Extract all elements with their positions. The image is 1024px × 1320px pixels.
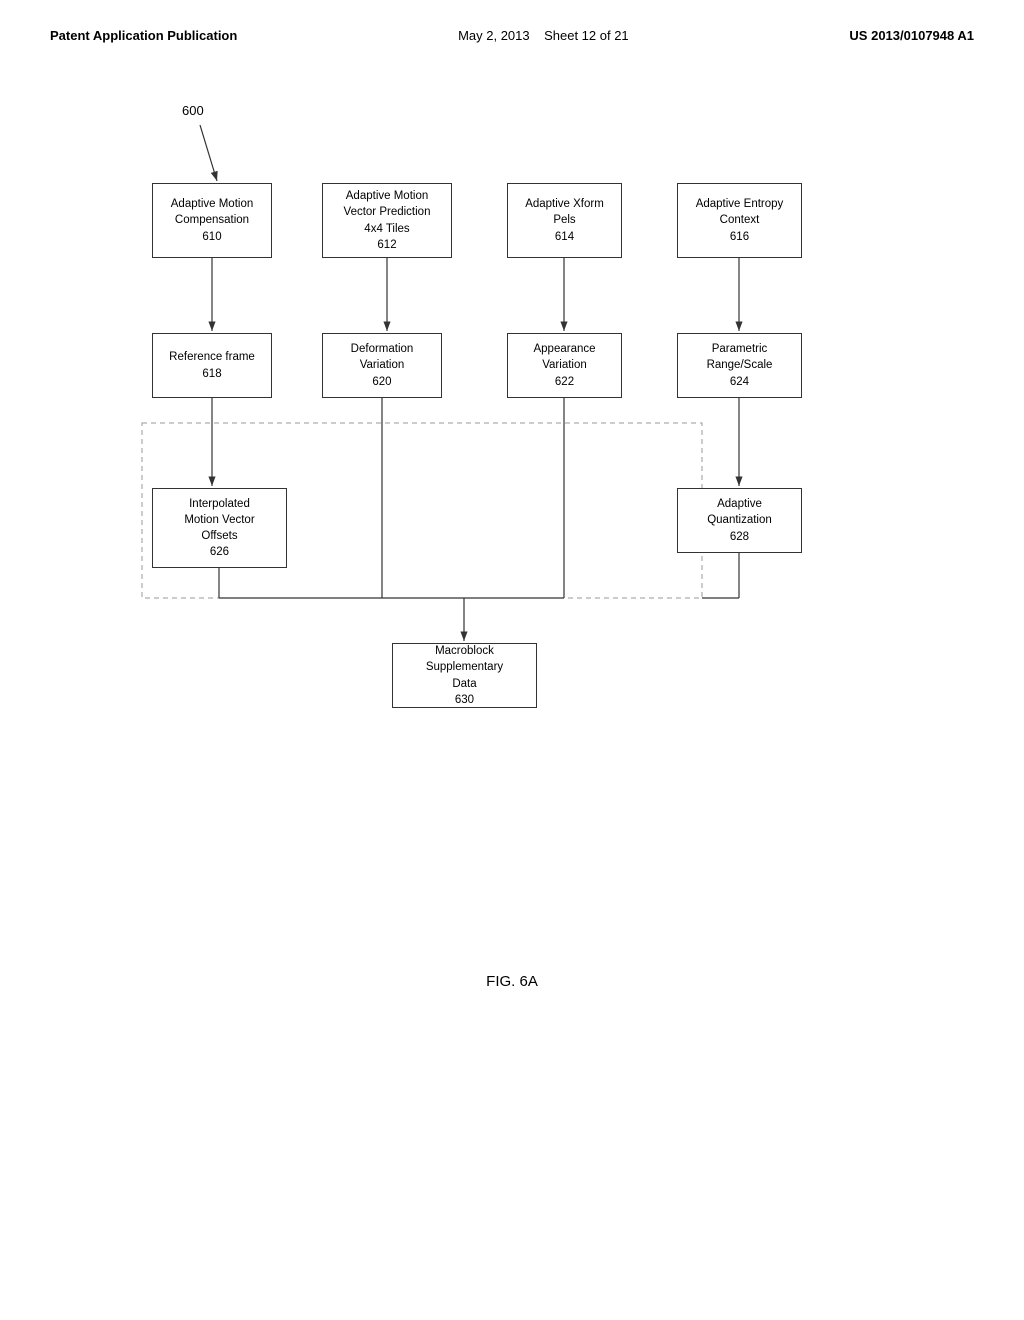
box-624-label: ParametricRange/Scale624 (707, 341, 773, 389)
header-sheet: Sheet 12 of 21 (544, 28, 629, 43)
header-right: US 2013/0107948 A1 (849, 28, 974, 43)
diagram-area: 600 (122, 103, 902, 953)
box-622: AppearanceVariation622 (507, 333, 622, 398)
box-626: InterpolatedMotion VectorOffsets626 (152, 488, 287, 568)
box-630-label: MacroblockSupplementaryData630 (426, 643, 503, 707)
box-612: Adaptive MotionVector Prediction4x4 Tile… (322, 183, 452, 258)
page-header: Patent Application Publication May 2, 20… (0, 0, 1024, 43)
diagram-label-600: 600 (182, 103, 204, 118)
box-618-label: Reference frame618 (169, 349, 255, 381)
box-624: ParametricRange/Scale624 (677, 333, 802, 398)
header-left: Patent Application Publication (50, 28, 237, 43)
box-614-label: Adaptive XformPels614 (525, 196, 604, 244)
box-616: Adaptive EntropyContext616 (677, 183, 802, 258)
fig-label: FIG. 6A (0, 973, 1024, 990)
box-628-label: AdaptiveQuantization628 (707, 496, 772, 544)
box-620-label: DeformationVariation620 (351, 341, 414, 389)
box-630: MacroblockSupplementaryData630 (392, 643, 537, 708)
box-618: Reference frame618 (152, 333, 272, 398)
box-622-label: AppearanceVariation622 (533, 341, 595, 389)
header-date: May 2, 2013 (458, 28, 530, 43)
box-620: DeformationVariation620 (322, 333, 442, 398)
box-614: Adaptive XformPels614 (507, 183, 622, 258)
box-612-label: Adaptive MotionVector Prediction4x4 Tile… (344, 188, 431, 252)
box-616-label: Adaptive EntropyContext616 (696, 196, 784, 244)
box-610: Adaptive MotionCompensation610 (152, 183, 272, 258)
header-center: May 2, 2013 Sheet 12 of 21 (458, 28, 629, 43)
box-626-label: InterpolatedMotion VectorOffsets626 (184, 496, 254, 560)
box-628: AdaptiveQuantization628 (677, 488, 802, 553)
box-610-label: Adaptive MotionCompensation610 (171, 196, 253, 244)
